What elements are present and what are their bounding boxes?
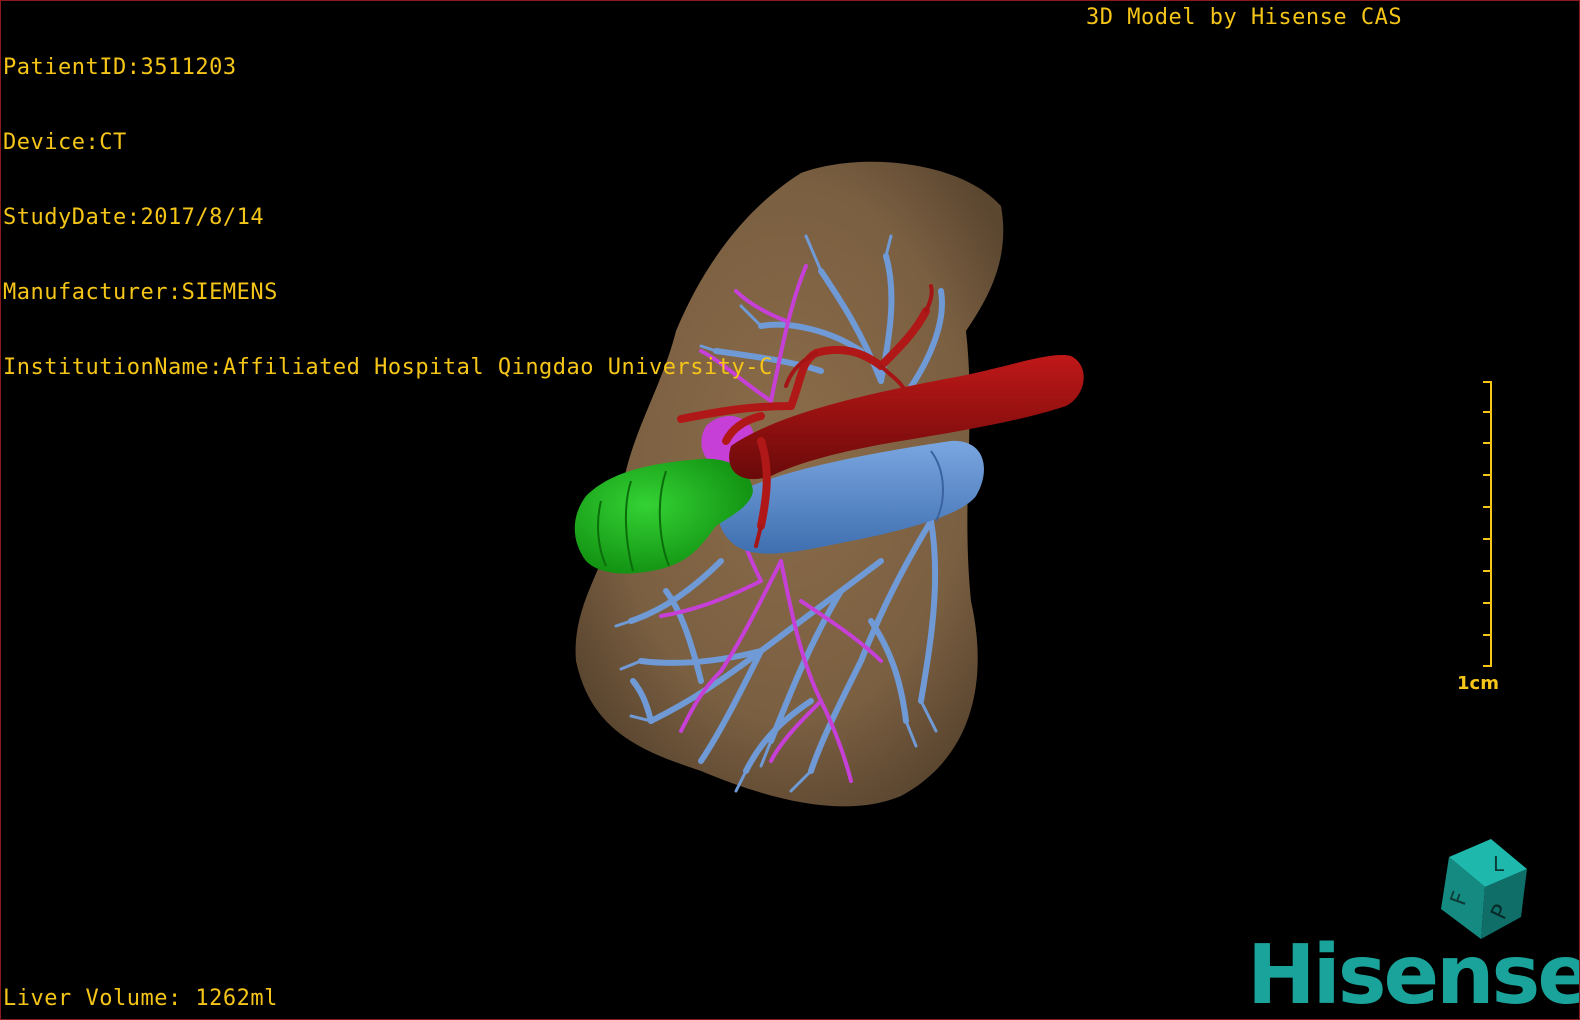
- patient-id: PatientID:3511203: [3, 55, 237, 80]
- device: Device:CT: [3, 130, 127, 155]
- cube-face-l: L: [1493, 852, 1505, 876]
- scale-label: 1cm: [1457, 673, 1499, 694]
- model-credit: 3D Model by Hisense CAS: [1086, 5, 1403, 30]
- patient-info-overlay: PatientID:3511203 Device:CT StudyDate:20…: [3, 5, 773, 430]
- study-date: StudyDate:2017/8/14: [3, 205, 265, 230]
- liver-volume: Liver Volume: 1262ml: [3, 986, 278, 1011]
- brand-logo: Hisense: [1247, 928, 1580, 1020]
- 3d-viewport[interactable]: PatientID:3511203 Device:CT StudyDate:20…: [0, 0, 1580, 1020]
- manufacturer: Manufacturer:SIEMENS: [3, 280, 278, 305]
- scale-bar: [1483, 381, 1492, 667]
- institution-name: InstitutionName:Affiliated Hospital Qing…: [3, 355, 773, 380]
